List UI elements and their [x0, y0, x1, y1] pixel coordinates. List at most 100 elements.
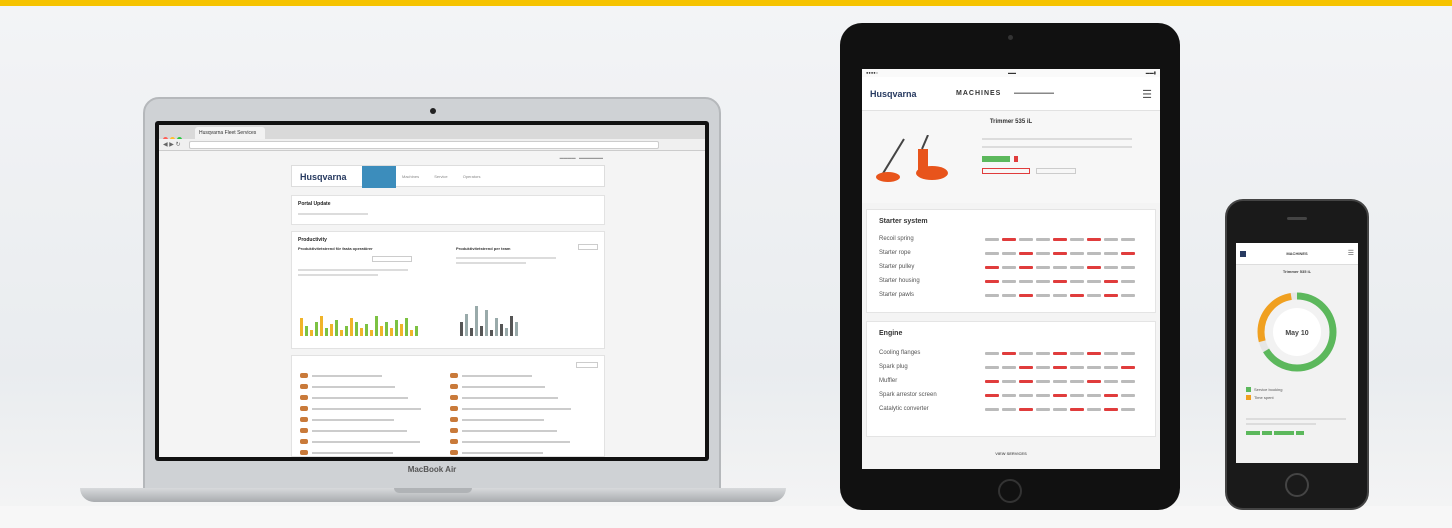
- checklist-row-cells[interactable]: [985, 252, 1135, 255]
- chart-bar: [510, 316, 513, 336]
- list-item[interactable]: [300, 381, 440, 392]
- chart-bar: [475, 306, 478, 336]
- list-item[interactable]: [450, 403, 590, 414]
- browser-tab[interactable]: Husqvarna Fleet Services: [195, 127, 265, 139]
- phone-detail-rows: [1246, 415, 1346, 435]
- chart-bar: [370, 330, 373, 336]
- section-title: Starter system: [879, 218, 928, 225]
- product-name: Trimmer 535 iL: [989, 119, 1033, 125]
- menu-icon[interactable]: ☰: [1142, 88, 1152, 101]
- action-button[interactable]: [982, 168, 1030, 174]
- checklist-row-label: Starter housing: [879, 278, 920, 284]
- list-item[interactable]: [450, 447, 590, 457]
- phone: MACHINES ☰ Trimmer 535 iL May 10 Service…: [1225, 199, 1369, 510]
- list-item[interactable]: [300, 403, 440, 414]
- product-summary: Trimmer 535 iL: [862, 111, 1160, 203]
- trimmer-image: [876, 135, 948, 182]
- checklist-row-cells[interactable]: [985, 380, 1135, 383]
- home-button[interactable]: [1285, 473, 1309, 497]
- laptop-screen: Husqvarna Fleet Services ◀ ▶ ↻ ▬▬▬▬ ▬▬▬▬…: [159, 125, 705, 457]
- chart-bar: [335, 320, 338, 336]
- checklist-row-cells[interactable]: [985, 408, 1135, 411]
- list-item[interactable]: [300, 447, 440, 457]
- checklist-row-cells[interactable]: [985, 266, 1135, 269]
- menu-icon[interactable]: ☰: [1348, 249, 1354, 257]
- status-bar: ●●●●○ ▬▬ ▬▬▮: [862, 69, 1160, 77]
- laptop-bezel: Husqvarna Fleet Services ◀ ▶ ↻ ▬▬▬▬ ▬▬▬▬…: [155, 121, 709, 461]
- nav-item[interactable]: Operators: [463, 174, 481, 179]
- floor: [0, 506, 1452, 528]
- checklist-row-label: Recoil spring: [879, 236, 914, 242]
- checklist-row-cells[interactable]: [985, 294, 1135, 297]
- brand-logo[interactable]: Husqvarna: [870, 89, 917, 99]
- tablet-screen: ●●●●○ ▬▬ ▬▬▮ Husqvarna MACHINES ▬▬▬▬▬▬▬▬ ☰…: [862, 69, 1160, 469]
- phone-screen: MACHINES ☰ Trimmer 535 iL May 10 Service…: [1236, 243, 1358, 463]
- site-nav: Machines Service Operators: [402, 174, 495, 179]
- phone-header: MACHINES ☰: [1236, 243, 1358, 265]
- list-item[interactable]: [300, 425, 440, 436]
- list-item[interactable]: [300, 370, 440, 381]
- legend-item: Service booking: [1246, 387, 1282, 392]
- chart-bar: [310, 330, 313, 336]
- nav-arrows-icon[interactable]: ◀ ▶ ↻: [163, 141, 181, 148]
- list-item[interactable]: [450, 414, 590, 425]
- chart-bar: [380, 326, 383, 336]
- chart-bar: [355, 322, 358, 336]
- checklist-row-cells[interactable]: [985, 394, 1135, 397]
- url-input[interactable]: [189, 141, 659, 149]
- list-item[interactable]: [450, 436, 590, 447]
- filter-dropdown[interactable]: [576, 362, 598, 368]
- team-dropdown[interactable]: [578, 244, 598, 250]
- checklist-row-label: Starter rope: [879, 250, 911, 256]
- home-button[interactable]: [998, 479, 1022, 503]
- list-item[interactable]: [450, 381, 590, 392]
- list-item[interactable]: [450, 392, 590, 403]
- chart-bar: [325, 328, 328, 336]
- view-services-link[interactable]: VIEW SERVICES: [862, 451, 1160, 456]
- brand-logo[interactable]: Husqvarna: [300, 172, 347, 182]
- checklist-row-cells[interactable]: [985, 366, 1135, 369]
- chart-bar: [375, 316, 378, 336]
- productivity-title: Productivity: [298, 237, 327, 243]
- chart-bar: [410, 330, 413, 336]
- chart-bar: [315, 322, 318, 336]
- tablet: ●●●●○ ▬▬ ▬▬▮ Husqvarna MACHINES ▬▬▬▬▬▬▬▬ ☰…: [840, 23, 1180, 510]
- page-title: MACHINES: [956, 90, 1002, 97]
- checklist-row-cells[interactable]: [985, 280, 1135, 283]
- speaker: [1287, 217, 1307, 220]
- chart-bar: [460, 322, 463, 336]
- checklist-row-label: Cooling flanges: [879, 350, 921, 356]
- list-item[interactable]: [450, 370, 590, 381]
- chart-bar: [490, 330, 493, 336]
- engine-section: Engine Cooling flanges Spark plug Muffler S…: [866, 321, 1156, 437]
- top-links[interactable]: ▬▬▬▬ ▬▬▬▬▬▬: [560, 155, 603, 160]
- nav-item-overview[interactable]: [362, 166, 396, 188]
- chart-bar: [390, 328, 393, 336]
- laptop-base: [80, 488, 786, 502]
- productivity-card: Productivity Produktivitetstrend för fas…: [291, 231, 605, 349]
- breadcrumb[interactable]: ▬▬▬▬▬▬▬▬: [1014, 90, 1054, 96]
- chart-bar: [515, 322, 518, 336]
- gauge-label: May 10: [1285, 330, 1308, 337]
- list-item[interactable]: [300, 392, 440, 403]
- nav-item[interactable]: Machines: [402, 174, 419, 179]
- list-item[interactable]: [300, 436, 440, 447]
- laptop-brand-label: MacBook Air: [407, 465, 457, 474]
- checklist-row-cells[interactable]: [985, 352, 1135, 355]
- list-item[interactable]: [450, 425, 590, 436]
- action-button[interactable]: [1036, 168, 1076, 174]
- section-title: Engine: [879, 330, 903, 337]
- chart-bar: [495, 318, 498, 336]
- chart-bar: [345, 326, 348, 336]
- chart-bar: [385, 322, 388, 336]
- web-page: ▬▬▬▬ ▬▬▬▬▬▬ Husqvarna Machines Service O…: [291, 151, 605, 457]
- activity-list-right: [450, 370, 590, 457]
- chart-bar: [300, 318, 303, 336]
- checklist-row-cells[interactable]: [985, 238, 1135, 241]
- site-header: Husqvarna Machines Service Operators: [291, 165, 605, 188]
- period-dropdown[interactable]: [372, 256, 412, 262]
- list-item[interactable]: [300, 414, 440, 425]
- nav-item[interactable]: Service: [434, 174, 447, 179]
- page-title: MACHINES: [1286, 251, 1308, 256]
- product-name: Trimmer 535 iL: [1282, 269, 1312, 274]
